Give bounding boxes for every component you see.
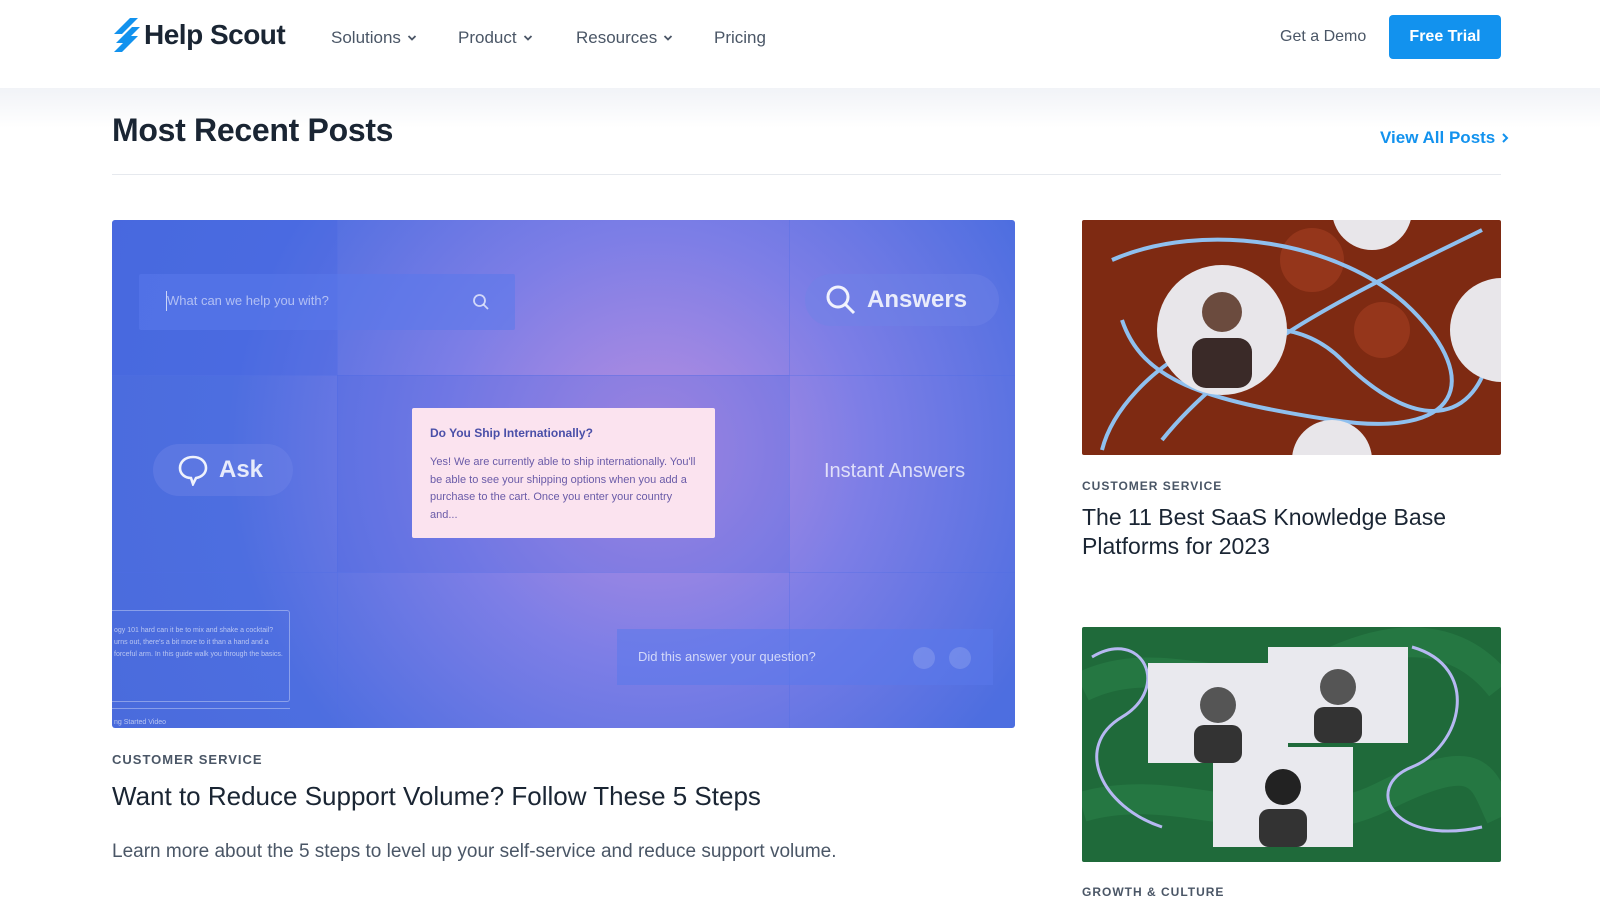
featured-post-category[interactable]: CUSTOMER SERVICE [112,752,263,767]
help-scout-logo[interactable]: Help Scout [112,18,286,52]
doc-link-row: ng Started Video [112,708,290,728]
help-scout-logo-icon [114,18,140,52]
nav-item-label: Solutions [331,28,401,47]
sad-face-icon [949,647,971,669]
doc-preview: ogy 101 hard can it be to mix and shake … [112,610,290,702]
nav-item-label: Product [458,28,517,47]
nav-item-product[interactable]: Product [458,26,576,50]
side-post-category[interactable]: GROWTH & CULTURE [1082,885,1224,899]
instant-answers-label: Instant Answers [824,460,966,482]
side-post-illustration [1100,220,1501,455]
featured-post-title[interactable]: Want to Reduce Support Volume? Follow Th… [112,781,761,812]
nav-item-resources[interactable]: Resources [576,26,714,50]
page-title: Most Recent Posts [112,112,394,148]
smiley-face-icon [913,647,935,669]
chevron-down-icon [664,35,673,41]
chat-bubble-icon [178,455,208,486]
featured-post-description: Learn more about the 5 steps to level up… [112,841,837,862]
side-post-image[interactable] [1082,627,1501,862]
answer-card-title: Do You Ship Internationally? [430,426,593,440]
answers-pill: Answers [805,274,999,326]
search-icon [826,285,856,315]
image-search-placeholder: What can we help you with? [167,293,329,308]
feedback-box: Did this answer your question? [617,629,993,685]
doc-preview-text: ogy 101 hard can it be to mix and shake … [114,627,283,658]
ask-pill: Ask [153,444,293,496]
chevron-down-icon [523,35,532,41]
nav-item-label: Resources [576,28,658,47]
answer-card: Do You Ship Internationally? Yes! We are… [412,408,715,538]
feedback-faces [913,647,971,669]
chevron-down-icon [407,35,417,41]
section-divider [112,174,1501,175]
doc-link-text: ng Started Video [114,719,167,726]
view-all-posts-link[interactable]: View All Posts [1380,128,1509,148]
search-icon [473,294,489,310]
get-a-demo-link[interactable]: Get a Demo [1280,28,1366,46]
grid-line [112,572,1015,573]
answers-label: Answers [867,286,968,313]
featured-post-image[interactable]: What can we help you with? Answers Ask I… [112,220,1015,728]
main-nav: Solutions Product Resources Pricing [331,26,766,50]
site-header: Help Scout Solutions Product Resources P… [0,0,1600,88]
side-post-image[interactable] [1082,220,1501,455]
chevron-right-icon [1502,133,1509,143]
ask-label: Ask [219,456,264,483]
side-post-title[interactable]: The 11 Best SaaS Knowledge Base Platform… [1082,503,1482,561]
side-post-category[interactable]: CUSTOMER SERVICE [1082,479,1222,493]
nav-item-pricing[interactable]: Pricing [714,26,766,50]
logo-text: Help Scout [144,19,286,50]
free-trial-button[interactable]: Free Trial [1389,15,1501,59]
answer-card-body: Yes! We are currently able to ship inter… [430,456,696,521]
nav-item-label: Pricing [714,28,766,47]
nav-item-solutions[interactable]: Solutions [331,26,458,50]
feedback-prompt: Did this answer your question? [638,649,816,664]
side-post-illustration [1082,627,1501,847]
image-search-box: What can we help you with? [139,274,515,330]
view-all-label: View All Posts [1380,128,1496,147]
